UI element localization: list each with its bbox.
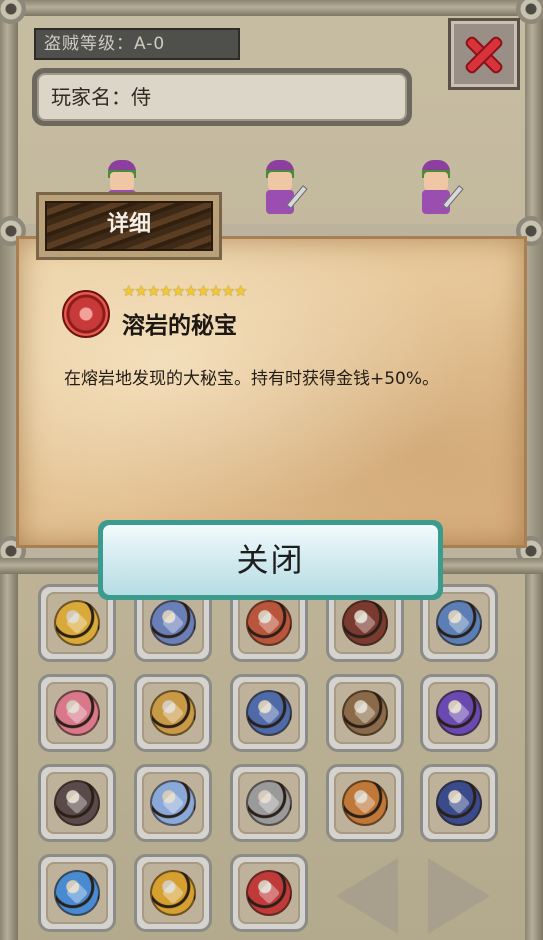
treasure-slot-frame (334, 682, 396, 744)
treasure-slot-frame (238, 862, 300, 924)
treasure-slot[interactable] (326, 764, 404, 842)
detail-tab-label: 详细 (45, 201, 213, 251)
pink-spellbook-icon (54, 690, 100, 736)
treasure-slot-frame (334, 592, 396, 654)
player-name-label: 玩家名：侍 (37, 73, 407, 121)
treasure-slot-frame (142, 862, 204, 924)
bolt-icon (0, 0, 26, 24)
dark-wolf-emblem-icon (54, 780, 100, 826)
treasure-slot-frame (142, 592, 204, 654)
detail-tab: 详细 (36, 192, 222, 260)
ice-crystal-shield-icon (150, 780, 196, 826)
blue-tome-scroll-icon (246, 690, 292, 736)
treasure-slot[interactable] (230, 674, 308, 752)
red-lava-medal-icon (246, 870, 292, 916)
treasure-slot[interactable] (420, 674, 498, 752)
treasure-slot[interactable] (230, 764, 308, 842)
crossed-swords-shield-icon (246, 600, 292, 646)
treasure-slot[interactable] (38, 674, 116, 752)
next-triangle-icon[interactable] (428, 858, 490, 934)
game-screen: 盗贼等级：A-0 玩家名：侍 详细 ★★★★★★★★★★ 溶岩的秘宝 在熔岩地发… (0, 0, 543, 940)
player-name-box: 玩家名：侍 (32, 68, 412, 126)
detail-parchment (16, 236, 527, 548)
treasure-slot-frame (46, 862, 108, 924)
treasure-slot-frame (238, 772, 300, 834)
dark-ore-blue-ring-icon (436, 780, 482, 826)
item-description: 在熔岩地发现的大秘宝。持有时获得金钱+50%。 (64, 369, 440, 389)
thief-character (412, 158, 472, 222)
treasure-slot[interactable] (134, 764, 212, 842)
golden-mask-badge-icon (150, 870, 196, 916)
treasure-slot[interactable] (134, 854, 212, 932)
treasure-slot[interactable] (134, 674, 212, 752)
golden-star-medal-icon (54, 600, 100, 646)
thief-character (256, 158, 316, 222)
log-pile-badge-icon (342, 780, 388, 826)
treasure-slot-frame (46, 772, 108, 834)
prev-triangle-icon[interactable] (336, 858, 398, 934)
treasure-slot-frame (238, 592, 300, 654)
treasure-slot-frame (142, 682, 204, 744)
thief-rank-label: 盗贼等级：A-0 (34, 28, 240, 60)
treasure-slot[interactable] (38, 854, 116, 932)
close-button-label: 关闭 (103, 525, 438, 595)
silver-ore-octagon-icon (246, 780, 292, 826)
treasure-slot[interactable] (326, 674, 404, 752)
skull-candle-icon (342, 690, 388, 736)
crossed-blue-swords-icon (54, 870, 100, 916)
treasure-slot-frame (428, 772, 490, 834)
dark-spider-emblem-icon (342, 600, 388, 646)
bolt-icon (516, 0, 543, 24)
golden-lion-head-icon (150, 690, 196, 736)
frame-rail-top (0, 0, 543, 16)
treasure-slot-frame (46, 592, 108, 654)
treasure-slot-frame (46, 682, 108, 744)
treasure-slot[interactable] (230, 854, 308, 932)
blue-dragon-eye-icon (150, 600, 196, 646)
treasure-slot[interactable] (420, 764, 498, 842)
treasure-slot-frame (334, 772, 396, 834)
rarity-stars: ★★★★★★★★★★ (122, 282, 247, 300)
blue-house-badge-icon (436, 600, 482, 646)
treasure-slot-frame (238, 682, 300, 744)
treasure-slot-frame (428, 682, 490, 744)
purple-slime-crown-icon (436, 690, 482, 736)
lava-treasure-medal-icon (62, 290, 110, 338)
treasure-slot-frame (142, 772, 204, 834)
treasure-slot-frame (428, 592, 490, 654)
item-name: 溶岩的秘宝 (122, 313, 237, 339)
treasure-slot[interactable] (38, 764, 116, 842)
close-x-button[interactable] (448, 18, 520, 90)
close-button[interactable]: 关闭 (98, 520, 443, 600)
